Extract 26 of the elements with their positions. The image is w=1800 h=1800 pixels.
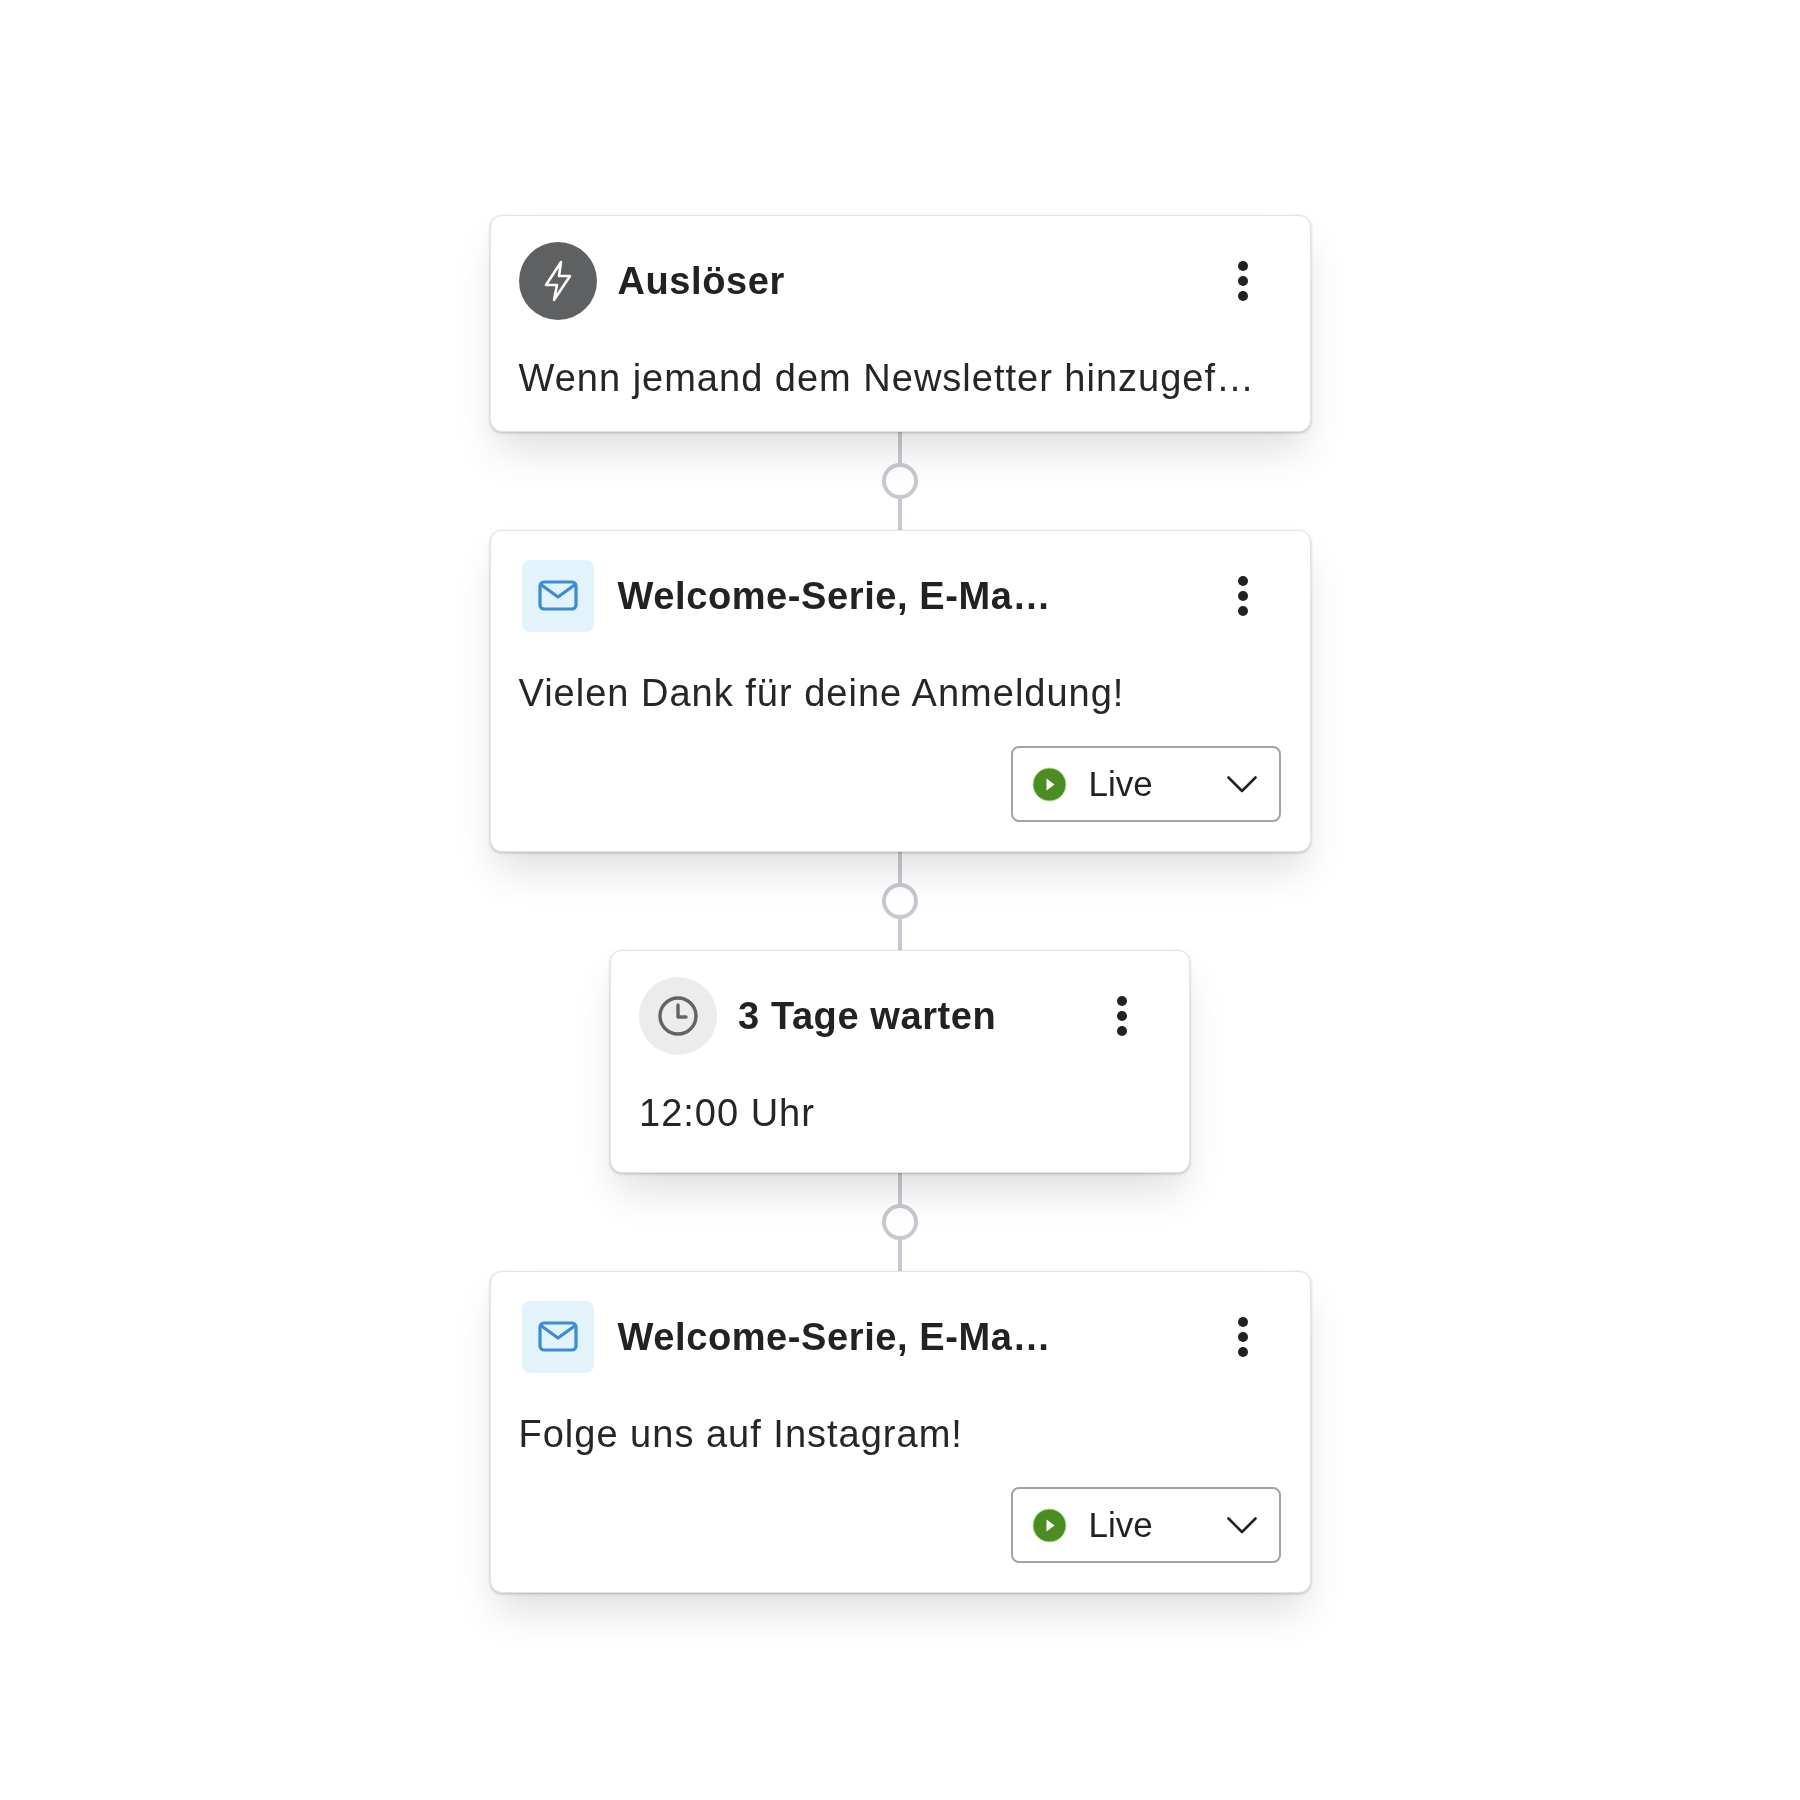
step-description: Wenn jemand dem Newsletter hinzugef… bbox=[518, 356, 1257, 401]
chevron-down-icon bbox=[1226, 775, 1257, 793]
step-description: Vielen Dank für deine Anmeldung! bbox=[518, 671, 1126, 716]
step-card[interactable]: Auslöser Wenn jemand dem Newsletter hinzugef… bbox=[489, 215, 1311, 432]
step-description: 12:00 Uhr bbox=[639, 1091, 816, 1136]
step-title: 3 Tage warten bbox=[738, 994, 998, 1038]
more-vertical-icon bbox=[1237, 261, 1248, 301]
step-title: Welcome-Serie, E-Ma… bbox=[617, 1315, 1053, 1359]
step-card[interactable]: Welcome-Serie, E-Ma… Vielen Dank für deine Anmeldung! Live bbox=[489, 530, 1311, 852]
step-title: Welcome-Serie, E-Ma… bbox=[617, 574, 1053, 618]
step-title: Auslöser bbox=[617, 259, 786, 303]
more-vertical-icon bbox=[1237, 1317, 1248, 1357]
step-card[interactable]: 3 Tage warten 12:00 Uhr bbox=[610, 950, 1190, 1173]
step-card[interactable]: Welcome-Serie, E-Ma… Folge uns auf Instagram! Live bbox=[489, 1271, 1311, 1593]
more-vertical-icon bbox=[1237, 576, 1248, 616]
status-dropdown[interactable]: Live bbox=[1010, 746, 1281, 822]
envelope-icon bbox=[521, 560, 594, 632]
status-dropdown[interactable]: Live bbox=[1010, 1487, 1281, 1563]
more-vertical-icon bbox=[1117, 996, 1127, 1036]
lightning-bolt-icon bbox=[518, 242, 597, 320]
chevron-down-icon bbox=[1226, 1516, 1257, 1534]
play-circle-icon bbox=[1031, 766, 1067, 802]
clock-icon bbox=[639, 977, 717, 1055]
play-circle-icon bbox=[1031, 1507, 1067, 1543]
step-description: Folge uns auf Instagram! bbox=[518, 1412, 964, 1457]
envelope-icon bbox=[521, 1301, 594, 1373]
